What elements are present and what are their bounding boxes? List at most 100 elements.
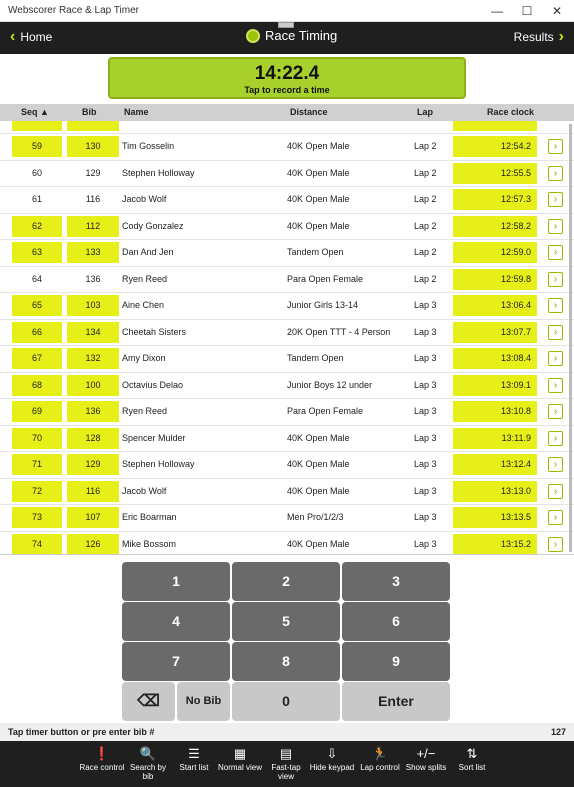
scrollbar[interactable]	[569, 124, 572, 552]
header-bib[interactable]: Bib	[82, 107, 97, 117]
key-0[interactable]: 0	[232, 682, 340, 721]
table-row[interactable]: 74 126 Mike Bossom 40K Open Male Lap 3 13:15.…	[0, 530, 574, 554]
toolbar-label: Search by bib	[129, 763, 167, 781]
toolbar-label: Fast-tap view	[271, 763, 301, 781]
table-row[interactable]: 65 103 Aine Chen Junior Girls 13-14 Lap 3 13:…	[0, 292, 574, 318]
chevron-right-icon[interactable]: ›	[548, 351, 563, 366]
table-row[interactable]: 70 128 Spencer Mulder 40K Open Male Lap 3 13:…	[0, 424, 574, 451]
header-name[interactable]: Name	[124, 107, 149, 117]
chevron-right-icon[interactable]: ›	[548, 218, 563, 234]
name-cell: Aine Chen	[122, 300, 165, 310]
home-button[interactable]: ‹ Home	[10, 29, 53, 45]
enter-button[interactable]: Enter	[342, 682, 450, 721]
toolbar-button[interactable]: ▤ Fast-tap view	[263, 746, 309, 781]
table-row[interactable]: 66 134 Cheetah Sisters 20K Open TTT - 4 Per…	[0, 318, 574, 345]
toolbar-button[interactable]: ☰ Start list	[171, 746, 217, 772]
key-5[interactable]: 5	[232, 602, 340, 641]
lap-cell: Lap 2	[414, 247, 437, 257]
bib-cell: 103	[67, 295, 119, 316]
lap-cell: Lap 2	[414, 194, 437, 204]
toolbar-label: Lap control	[360, 763, 400, 772]
name-cell: Dan And Jen	[122, 247, 174, 257]
minimize-button[interactable]: —	[482, 2, 512, 20]
key-1[interactable]: 1	[122, 562, 230, 601]
table-row[interactable]: 73 107 Eric Boarman Men Pro/1/2/3 Lap 3 13:13…	[0, 504, 574, 530]
toolbar-button[interactable]: +/− Show splits	[403, 746, 449, 772]
clock-cell: 13:09.1	[453, 374, 537, 396]
header-lap[interactable]: Lap	[417, 107, 433, 117]
record-time-button[interactable]: 14:22.4 Tap to record a time	[108, 57, 466, 99]
clock-cell: 13:07.7	[453, 321, 537, 343]
name-cell: Tim Gosselin	[122, 141, 175, 151]
chevron-right-icon[interactable]: ›	[548, 483, 563, 499]
bib-cell: 129	[85, 167, 101, 178]
chevron-right-icon[interactable]: ›	[548, 139, 563, 154]
table-row[interactable]: 64 136 Ryen Reed Para Open Female Lap 2 12:59…	[0, 265, 574, 292]
home-label: Home	[20, 30, 53, 44]
chevron-right-icon[interactable]: ›	[548, 404, 563, 419]
table-row[interactable]: 62 112 Cody Gonzalez 40K Open Male Lap 2 12:5…	[0, 212, 574, 239]
status-message: Tap timer button or pre enter bib #	[8, 727, 155, 737]
close-button[interactable]: ✕	[542, 2, 572, 20]
bottom-toolbar: ❗ Race control 🔍 Search by bib ☰ Start list ▦ N…	[0, 741, 574, 787]
seq-cell: 73	[12, 507, 62, 528]
toolbar-button[interactable]: ⇅ Sort list	[449, 746, 495, 772]
key-2[interactable]: 2	[232, 562, 340, 601]
seq-cell: 66	[12, 321, 62, 343]
chevron-right-icon[interactable]: ›	[548, 536, 563, 552]
bib-cell: 132	[67, 348, 119, 369]
clock-cell: 12:57.3	[453, 189, 537, 210]
header-clock[interactable]: Race clock	[487, 107, 534, 117]
header-distance[interactable]: Distance	[290, 107, 328, 117]
toolbar-button[interactable]: 🔍 Search by bib	[125, 746, 171, 781]
table-row[interactable]: 61 116 Jacob Wolf 40K Open Male Lap 2 12:57.3…	[0, 186, 574, 212]
toolbar-button[interactable]: ▦ Normal view	[217, 746, 263, 772]
lap-cell: Lap 3	[414, 538, 437, 549]
results-button[interactable]: Results ›	[513, 29, 564, 45]
header-seq[interactable]: Seq ▲	[21, 107, 49, 117]
table-row[interactable]: 72 116 Jacob Wolf 40K Open Male Lap 3 13:13.0…	[0, 477, 574, 504]
results-list[interactable]: 59 130 Tim Gosselin 40K Open Male Lap 2 12:54…	[0, 121, 574, 555]
chevron-right-icon[interactable]: ›	[548, 324, 563, 340]
table-row[interactable]: 60 129 Stephen Holloway 40K Open Male Lap 2 1…	[0, 159, 574, 186]
key-9[interactable]: 9	[342, 642, 450, 681]
key-4[interactable]: 4	[122, 602, 230, 641]
chevron-right-icon[interactable]: ›	[548, 377, 563, 393]
key-7[interactable]: 7	[122, 642, 230, 681]
table-row[interactable]: 68 100 Octavius Delao Junior Boys 12 under L…	[0, 371, 574, 398]
table-row[interactable]: 63 133 Dan And Jen Tandem Open Lap 2 12:59.0 ›	[0, 239, 574, 265]
name-cell: Octavius Delao	[122, 379, 184, 390]
toolbar-button[interactable]: ⇩ Hide keypad	[309, 746, 355, 772]
chevron-right-icon[interactable]: ›	[548, 298, 563, 313]
chevron-right-icon[interactable]: ›	[548, 165, 563, 181]
results-label: Results	[513, 30, 554, 44]
maximize-button[interactable]: ☐	[512, 2, 542, 20]
chevron-right-icon[interactable]: ›	[548, 192, 563, 207]
bib-cell: 128	[67, 427, 119, 449]
chevron-right-icon[interactable]: ›	[548, 245, 563, 260]
chevron-right-icon[interactable]: ›	[548, 457, 563, 472]
name-cell: Ryen Reed	[122, 406, 168, 416]
toolbar-label: Race control	[79, 763, 125, 772]
key-8[interactable]: 8	[232, 642, 340, 681]
table-row[interactable]: 69 136 Ryen Reed Para Open Female Lap 3 13:10…	[0, 398, 574, 424]
lap-cell: Lap 3	[414, 432, 437, 443]
table-row[interactable]: 71 129 Stephen Holloway 40K Open Male Lap 3 1…	[0, 451, 574, 477]
drag-handle[interactable]	[278, 22, 294, 28]
toolbar-button[interactable]: 🏃 Lap control	[357, 746, 403, 772]
chevron-right-icon[interactable]: ›	[548, 510, 563, 525]
bib-cell: 136	[67, 401, 119, 422]
toolbar-label: Sort list	[458, 763, 486, 772]
chevron-right-icon[interactable]: ›	[548, 271, 563, 287]
toolbar-button[interactable]: ❗ Race control	[79, 746, 125, 772]
chevron-right-icon[interactable]: ›	[548, 430, 563, 446]
table-row[interactable]: 59 130 Tim Gosselin 40K Open Male Lap 2 12:54…	[0, 133, 574, 159]
no-bib-button[interactable]: No Bib	[177, 682, 230, 721]
key-6[interactable]: 6	[342, 602, 450, 641]
key-3[interactable]: 3	[342, 562, 450, 601]
clock-cell: 12:54.2	[453, 136, 537, 157]
clock-cell: 12:59.0	[453, 242, 537, 263]
table-row[interactable]: 67 132 Amy Dixon Tandem Open Lap 3 13:08.4 ›	[0, 345, 574, 371]
distance-cell: 40K Open Male	[287, 432, 350, 443]
backspace-icon[interactable]: ⌫	[122, 682, 175, 721]
